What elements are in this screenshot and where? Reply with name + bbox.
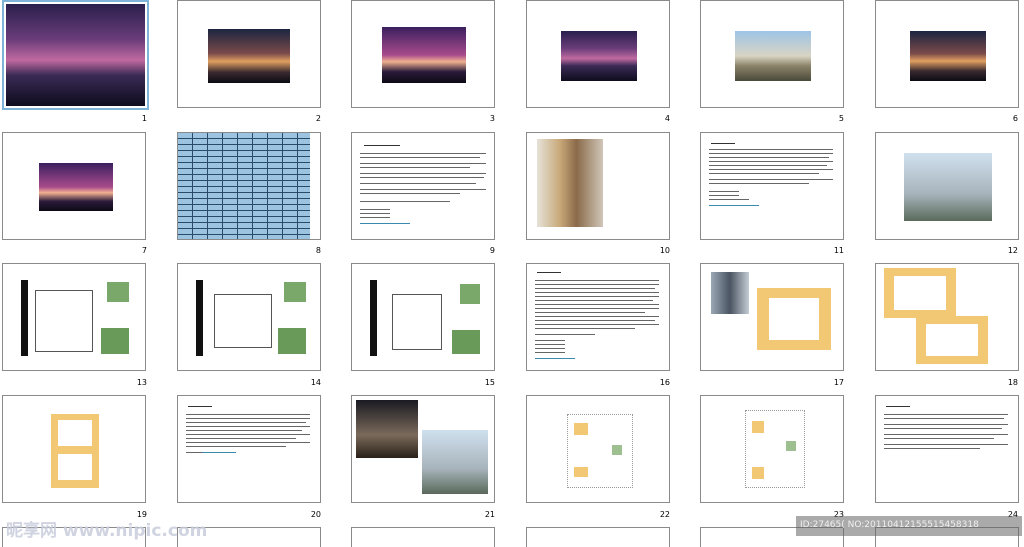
slide-thumbnail-7[interactable] <box>2 132 146 240</box>
city-night-image <box>6 4 145 106</box>
slide-number: 18 <box>1007 378 1018 387</box>
slide-number: 17 <box>833 378 844 387</box>
city-day-image <box>735 31 811 81</box>
sidebar-strip <box>370 280 377 356</box>
sidebar-strip <box>21 280 28 356</box>
slide-thumbnail-10[interactable] <box>526 132 670 240</box>
slide-number: 21 <box>484 510 495 519</box>
slide-thumbnail-5[interactable] <box>700 0 844 108</box>
slide-thumbnail-14[interactable] <box>177 263 321 371</box>
slide-number: 22 <box>659 510 670 519</box>
location-map-icon <box>452 330 480 354</box>
tower-rendering-image <box>422 430 488 494</box>
slide-number: 10 <box>659 246 670 255</box>
city-night-image <box>382 27 466 83</box>
slide-number: 13 <box>136 378 147 387</box>
floor-plan-image <box>745 410 805 488</box>
slide-number: 1 <box>141 114 147 123</box>
floor-plan-image <box>757 288 831 350</box>
slide-number: 11 <box>833 246 844 255</box>
data-table-image <box>178 133 310 239</box>
city-night-image <box>208 29 290 83</box>
city-night-image <box>910 31 986 81</box>
slide-number: 3 <box>489 114 495 123</box>
slide-thumbnail-6[interactable] <box>875 0 1019 108</box>
slide-thumbnail-24[interactable] <box>875 395 1019 503</box>
slide-thumbnail-4[interactable] <box>526 0 670 108</box>
slide-thumbnail-17[interactable] <box>700 263 844 371</box>
slide-number: 16 <box>659 378 670 387</box>
location-map-icon <box>278 328 306 354</box>
slide-thumbnail-13[interactable] <box>2 263 146 371</box>
floor-plan-image <box>884 268 956 318</box>
slide-number: 5 <box>838 114 844 123</box>
slide-thumbnail-18[interactable] <box>875 263 1019 371</box>
slide-thumbnail-16[interactable] <box>526 263 670 371</box>
slide-thumbnail-1[interactable] <box>2 0 149 110</box>
sidebar-strip <box>196 280 203 356</box>
floor-plan-image <box>35 290 93 352</box>
slide-number: 15 <box>484 378 495 387</box>
slide-thumbnail-partial[interactable] <box>351 527 495 547</box>
slide-number: 4 <box>664 114 670 123</box>
slide-thumbnail-22[interactable] <box>526 395 670 503</box>
location-map-icon <box>107 282 129 302</box>
slide-thumbnail-20[interactable] <box>177 395 321 503</box>
slide-thumbnail-8[interactable] <box>177 132 321 240</box>
slide-number: 2 <box>315 114 321 123</box>
city-night-image <box>39 163 113 211</box>
slide-sorter-grid: 1 2 3 4 5 6 7 8 9 10 11 12 13 14 15 16 1… <box>0 0 1024 547</box>
slide-number: 9 <box>489 246 495 255</box>
floor-plan-image <box>392 294 442 350</box>
slide-number: 7 <box>141 246 147 255</box>
slide-thumbnail-19[interactable] <box>2 395 146 503</box>
slide-number: 12 <box>1007 246 1018 255</box>
slide-thumbnail-2[interactable] <box>177 0 321 108</box>
slide-number: 6 <box>1012 114 1018 123</box>
watermark-id-text: ID:27465( NO:20110412155515458318 <box>800 520 979 530</box>
floor-plan-image <box>567 414 633 488</box>
slide-number: 8 <box>315 246 321 255</box>
slide-thumbnail-15[interactable] <box>351 263 495 371</box>
floor-plan-image <box>51 414 99 488</box>
city-night-image <box>561 31 637 81</box>
slide-thumbnail-3[interactable] <box>351 0 495 108</box>
tower-rendering-image <box>904 153 992 221</box>
slide-thumbnail-23[interactable] <box>700 395 844 503</box>
location-map-icon <box>460 284 480 304</box>
floor-plan-image <box>916 316 988 364</box>
watermark-logo: 昵享网 www.nipic.com <box>6 521 208 541</box>
slide-number: 20 <box>310 510 321 519</box>
slide-thumbnail-9[interactable] <box>351 132 495 240</box>
slide-thumbnail-partial[interactable] <box>526 527 670 547</box>
tower-rendering-image <box>537 139 603 227</box>
location-map-icon <box>284 282 306 302</box>
location-map-icon <box>101 328 129 354</box>
slide-thumbnail-11[interactable] <box>700 132 844 240</box>
tower-night-image <box>356 400 418 458</box>
slide-thumbnail-12[interactable] <box>875 132 1019 240</box>
tower-photo <box>711 272 749 314</box>
slide-number: 14 <box>310 378 321 387</box>
slide-thumbnail-21[interactable] <box>351 395 495 503</box>
floor-plan-image <box>214 294 272 348</box>
